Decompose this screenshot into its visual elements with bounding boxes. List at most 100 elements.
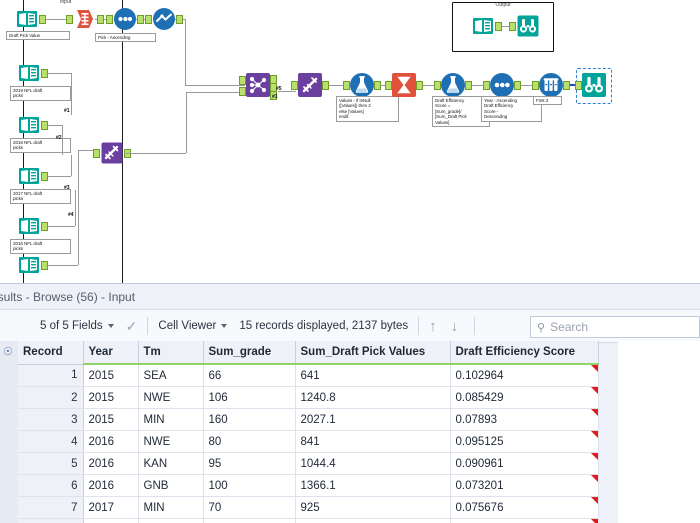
tool-formula-efficiency[interactable] [440, 72, 466, 98]
tool-output-input[interactable] [470, 13, 496, 39]
tool-text-to-columns[interactable] [72, 6, 98, 32]
cell-record[interactable]: 2 [18, 387, 83, 409]
input-port[interactable] [434, 81, 441, 90]
tool-join-multiple[interactable] [245, 72, 271, 98]
cell-record[interactable]: 7 [18, 497, 83, 519]
output-port[interactable] [97, 15, 104, 24]
cell-year[interactable]: 2017 [83, 497, 138, 519]
cell-year[interactable]: 2016 [83, 475, 138, 497]
cell-sum-grade[interactable]: 80 [203, 431, 295, 453]
cell-tm[interactable]: MIN [138, 409, 203, 431]
table-row[interactable]: 62016GNB1001366.10.073201 [18, 475, 598, 497]
cell-draft-efficiency-score[interactable]: 0.07893 [450, 409, 598, 431]
cell-draft-efficiency-score[interactable]: 0.075676 [450, 497, 598, 519]
cell-draft-efficiency-score[interactable]: 0.095125 [450, 431, 598, 453]
output-port[interactable] [41, 172, 48, 181]
results-toolbar[interactable]: 5 of 5 Fields ✓ Cell Viewer 15 records d… [0, 309, 700, 343]
cell-record[interactable]: 4 [18, 431, 83, 453]
column-header-draft-efficiency-score[interactable]: Draft Efficiency Score [450, 341, 598, 364]
output-port[interactable] [465, 81, 472, 90]
column-header-sum-draft-pick-values[interactable]: Sum_Draft Pick Values [295, 341, 450, 364]
input-port-2[interactable] [239, 87, 246, 96]
cell-record[interactable]: 8 [18, 519, 83, 523]
tool-input-2016[interactable] [16, 213, 42, 239]
input-port[interactable] [66, 15, 73, 24]
output-port[interactable] [41, 69, 48, 78]
output-port[interactable] [176, 15, 183, 24]
tool-input-2019[interactable] [16, 60, 42, 86]
cell-year[interactable]: 2015 [83, 409, 138, 431]
table-row[interactable]: 52016KAN951044.40.090961 [18, 453, 598, 475]
table-row[interactable]: 82017LAR70974.80.07181 [18, 519, 598, 523]
cell-record[interactable]: 1 [18, 364, 83, 387]
input-port[interactable] [291, 81, 298, 90]
cell-sum-grade[interactable]: 70 [203, 497, 295, 519]
output-port[interactable] [39, 15, 46, 24]
chevron-down-icon[interactable] [108, 324, 114, 328]
column-header-sum-grade[interactable]: Sum_grade [203, 341, 295, 364]
cell-tm[interactable]: MIN [138, 497, 203, 519]
table-row[interactable]: 12015SEA666410.102964 [18, 364, 598, 387]
tool-sort[interactable] [151, 6, 177, 32]
cell-draft-efficiency-score[interactable]: 0.073201 [450, 475, 598, 497]
input-port[interactable] [509, 22, 516, 31]
cell-sum-grade[interactable]: 95 [203, 453, 295, 475]
cell-sum-grade[interactable]: 106 [203, 387, 295, 409]
cell-tm[interactable]: NWE [138, 387, 203, 409]
chevron-down-icon[interactable] [221, 324, 227, 328]
tool-input-2017[interactable] [16, 163, 42, 189]
cell-draft-efficiency-score[interactable]: 0.102964 [450, 364, 598, 387]
column-header-tm[interactable]: Tm [138, 341, 203, 364]
cell-draft-efficiency-score[interactable]: 0.085429 [450, 387, 598, 409]
cell-sum-grade[interactable]: 70 [203, 519, 295, 523]
table-row[interactable]: 72017MIN709250.075676 [18, 497, 598, 519]
tool-select-records[interactable] [112, 6, 138, 32]
cell-sum-grade[interactable]: 100 [203, 475, 295, 497]
tool-input-2018[interactable] [16, 112, 42, 138]
cell-record[interactable]: 5 [18, 453, 83, 475]
cell-year[interactable]: 2016 [83, 431, 138, 453]
cell-record[interactable]: 6 [18, 475, 83, 497]
grid-gutter[interactable]: ☉ [0, 341, 19, 523]
input-port[interactable] [532, 81, 539, 90]
cell-draft-efficiency-score[interactable]: 0.07181 [450, 519, 598, 523]
output-port[interactable] [495, 22, 502, 31]
input-port[interactable] [343, 81, 350, 90]
table-row[interactable]: 22015NWE1061240.80.085429 [18, 387, 598, 409]
input-port-1[interactable] [239, 76, 246, 85]
cell-record[interactable]: 3 [18, 409, 83, 431]
tool-select-2[interactable] [297, 72, 323, 98]
tool-sort-efficiency[interactable] [489, 72, 515, 98]
output-port[interactable] [374, 81, 381, 90]
cell-sum-draft-pick-values[interactable]: 641 [295, 364, 450, 387]
checkmark-icon[interactable]: ✓ [126, 318, 138, 335]
input-port[interactable] [106, 15, 113, 24]
column-header-year[interactable]: Year [83, 341, 138, 364]
cell-tm[interactable]: GNB [138, 475, 203, 497]
tool-select[interactable] [99, 140, 125, 166]
output-port[interactable] [416, 81, 423, 90]
input-port[interactable] [483, 81, 490, 90]
tool-summarize[interactable] [391, 72, 417, 98]
tool-output-browse[interactable] [515, 13, 541, 39]
results-grid[interactable]: ☉ Record Year Tm Sum_grade Sum_Draft Pic… [0, 341, 700, 523]
cell-sum-grade[interactable]: 66 [203, 364, 295, 387]
tool-input-2015[interactable] [16, 252, 42, 278]
cell-sum-draft-pick-values[interactable]: 2027.1 [295, 409, 450, 431]
cell-tm[interactable]: LAR [138, 519, 203, 523]
cell-tm[interactable]: NWE [138, 431, 203, 453]
column-header-record[interactable]: Record [18, 341, 83, 364]
search-input[interactable]: ⚲ Search [530, 316, 700, 338]
output-port[interactable] [514, 81, 521, 90]
cell-year[interactable]: 2015 [83, 387, 138, 409]
workflow-canvas[interactable]: Draft Pick Value [0, 0, 700, 283]
output-port[interactable] [322, 81, 329, 90]
input-port[interactable] [575, 81, 582, 90]
results-table[interactable]: Record Year Tm Sum_grade Sum_Draft Pick … [18, 341, 599, 523]
cell-year[interactable]: 2016 [83, 453, 138, 475]
input-port[interactable] [93, 149, 100, 158]
cell-viewer-dropdown[interactable]: Cell Viewer [158, 320, 227, 332]
output-port[interactable] [137, 15, 144, 24]
cell-year[interactable]: 2015 [83, 364, 138, 387]
cell-sum-draft-pick-values[interactable]: 974.8 [295, 519, 450, 523]
